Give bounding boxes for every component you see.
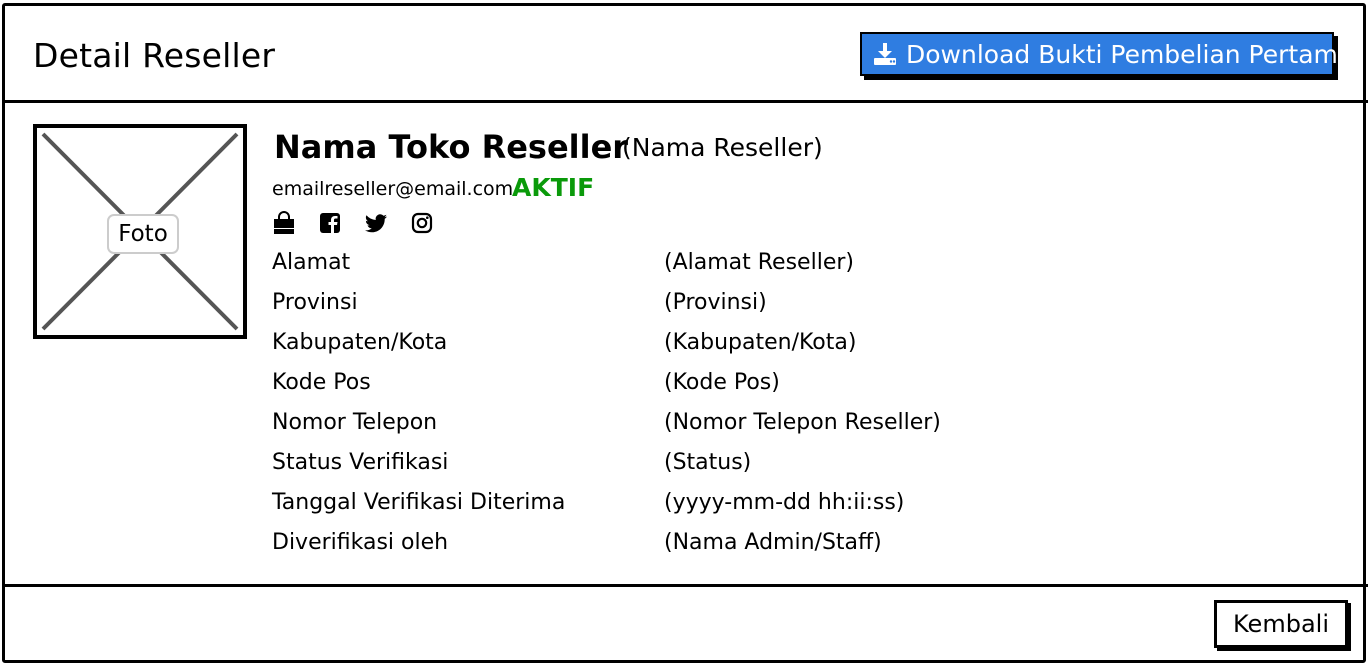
detail-value: (Nama Admin/Staff) (664, 530, 882, 555)
detail-value: (Status) (664, 450, 752, 475)
reseller-photo-placeholder: Foto (33, 124, 247, 339)
download-icon (872, 41, 898, 67)
detail-label: Nomor Telepon (272, 410, 438, 435)
reseller-name: (Nama Reseller) (622, 133, 823, 162)
detail-value: (Alamat Reseller) (664, 250, 854, 275)
detail-value: (yyyy-mm-dd hh:ii:ss) (664, 490, 905, 515)
twitter-icon[interactable] (364, 211, 388, 235)
instagram-icon[interactable] (410, 211, 434, 235)
detail-value: (Provinsi) (664, 290, 767, 315)
detail-label: Diverifikasi oleh (272, 530, 449, 555)
page-title: Detail Reseller (33, 36, 276, 75)
reseller-email: emailreseller@email.com (272, 178, 514, 200)
detail-value: (Kode Pos) (664, 370, 780, 395)
detail-label: Provinsi (272, 290, 358, 315)
detail-label: Tanggal Verifikasi Diterima (272, 490, 566, 515)
facebook-icon[interactable] (318, 211, 342, 235)
detail-label: Kabupaten/Kota (272, 330, 448, 355)
status-badge: AKTIF (512, 173, 595, 202)
detail-label: Kode Pos (272, 370, 371, 395)
detail-value: (Nomor Telepon Reseller) (664, 410, 941, 435)
store-name: Nama Toko Reseller (274, 128, 629, 166)
header-divider (4, 100, 1368, 103)
back-button[interactable]: Kembali (1214, 600, 1348, 648)
detail-value: (Kabupaten/Kota) (664, 330, 857, 355)
photo-label: Foto (107, 214, 179, 254)
download-proof-button[interactable]: Download Bukti Pembelian Pertama (860, 32, 1353, 76)
download-button-label: Download Bukti Pembelian Pertama (906, 39, 1354, 69)
detail-label: Alamat (272, 250, 351, 275)
shopping-bag-icon[interactable] (272, 211, 296, 235)
footer-divider (4, 584, 1368, 587)
detail-label: Status Verifikasi (272, 450, 449, 475)
social-links (272, 211, 434, 235)
